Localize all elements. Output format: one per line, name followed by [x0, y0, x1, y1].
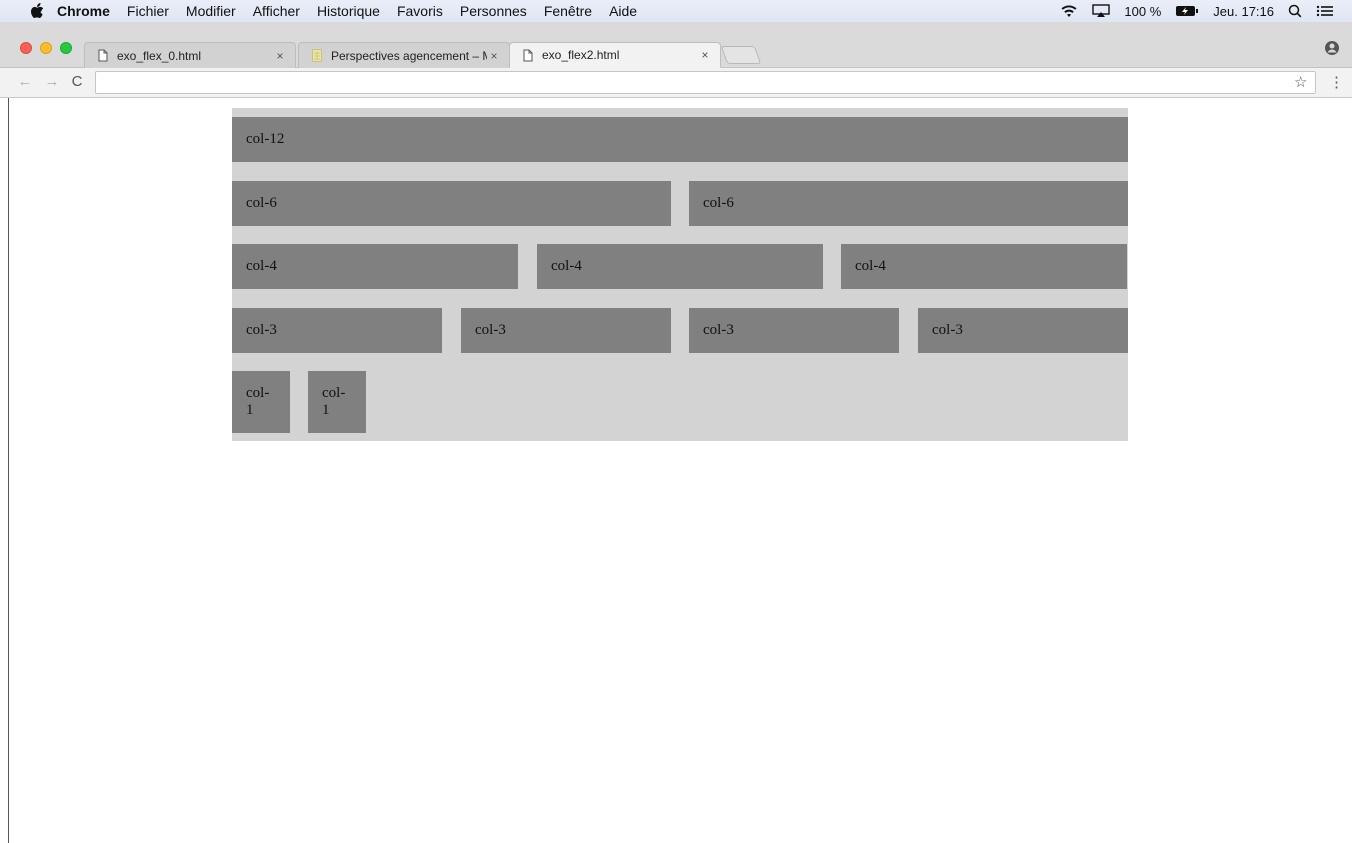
col-3-box: col-3 [461, 308, 671, 353]
menu-kebab-icon[interactable]: ⋮ [1329, 73, 1344, 91]
col-1-box: col- 1 [308, 371, 366, 433]
window-close-button[interactable] [20, 42, 32, 54]
spotlight-search-icon[interactable] [1288, 4, 1302, 18]
clock[interactable]: Jeu. 17:16 [1213, 4, 1274, 19]
menu-aide[interactable]: Aide [609, 3, 637, 19]
airplay-icon[interactable] [1092, 4, 1111, 18]
tab-title: Perspectives agencement – M [331, 48, 487, 63]
menu-modifier[interactable]: Modifier [186, 3, 236, 19]
menu-favoris[interactable]: Favoris [397, 3, 443, 19]
profile-icon[interactable] [1324, 40, 1340, 56]
notification-center-icon[interactable] [1316, 4, 1334, 18]
browser-toolbar: ← → C ☆ ⋮ [0, 68, 1352, 98]
status-area: 100 % Jeu. 17:16 [1060, 0, 1334, 22]
row-col-12: col-12 [232, 117, 1128, 162]
row-col-4: col-4 col-4 col-4 [232, 244, 1128, 289]
menu-fichier[interactable]: Fichier [127, 3, 169, 19]
tab-close-icon[interactable]: × [698, 48, 712, 62]
tab-close-icon[interactable]: × [273, 49, 287, 63]
col-3-box: col-3 [689, 308, 899, 353]
window-zoom-button[interactable] [60, 42, 72, 54]
back-arrow-icon[interactable]: ← [16, 73, 34, 90]
tab-exo-flex-0[interactable]: exo_flex_0.html × [84, 42, 296, 68]
window-controls [20, 42, 72, 54]
col-3-box: col-3 [232, 308, 442, 353]
apple-icon[interactable] [29, 3, 45, 19]
col-6-box: col-6 [689, 181, 1128, 226]
col-12-box: col-12 [232, 117, 1128, 162]
battery-icon[interactable] [1175, 5, 1199, 17]
menu-afficher[interactable]: Afficher [253, 3, 300, 19]
window-minimize-button[interactable] [40, 42, 52, 54]
col-4-box: col-4 [537, 244, 823, 289]
tab-title: exo_flex_0.html [117, 48, 202, 63]
menu-personnes[interactable]: Personnes [460, 3, 527, 19]
col-1-box: col- 1 [232, 371, 290, 433]
menu-fenetre[interactable]: Fenêtre [544, 3, 592, 19]
battery-percent: 100 % [1124, 3, 1162, 19]
row-col-3: col-3 col-3 col-3 col-3 [232, 308, 1128, 353]
reload-icon[interactable]: C [68, 73, 86, 90]
tab-title: exo_flex2.html [542, 48, 620, 62]
tab-perspectives-agencement[interactable]: Perspectives agencement – M × [298, 42, 510, 68]
col-4-box: col-4 [841, 244, 1127, 289]
new-tab-button[interactable] [720, 46, 762, 64]
bookmark-star-icon[interactable]: ☆ [1294, 73, 1307, 91]
address-bar[interactable] [95, 71, 1316, 94]
flex-container: col-12 col-6 col-6 col-4 col-4 col-4 col… [232, 108, 1128, 441]
sheets-icon [311, 49, 323, 63]
wifi-icon[interactable] [1060, 4, 1078, 18]
menu-app-name[interactable]: Chrome [57, 3, 110, 19]
tab-exo-flex2[interactable]: exo_flex2.html × [509, 42, 721, 68]
tab-close-icon[interactable]: × [487, 49, 501, 63]
row-col-6: col-6 col-6 [232, 181, 1128, 226]
row-col-1: col- 1 col- 1 [232, 371, 1128, 433]
menu-historique[interactable]: Historique [317, 3, 380, 19]
col-4-box: col-4 [232, 244, 518, 289]
forward-arrow-icon[interactable]: → [43, 73, 61, 90]
col-3-box: col-3 [918, 308, 1128, 353]
menu-bar: Chrome Fichier Modifier Afficher Histori… [0, 0, 1352, 22]
col-6-box: col-6 [232, 181, 671, 226]
page-icon [522, 48, 534, 62]
page-icon [97, 49, 109, 63]
